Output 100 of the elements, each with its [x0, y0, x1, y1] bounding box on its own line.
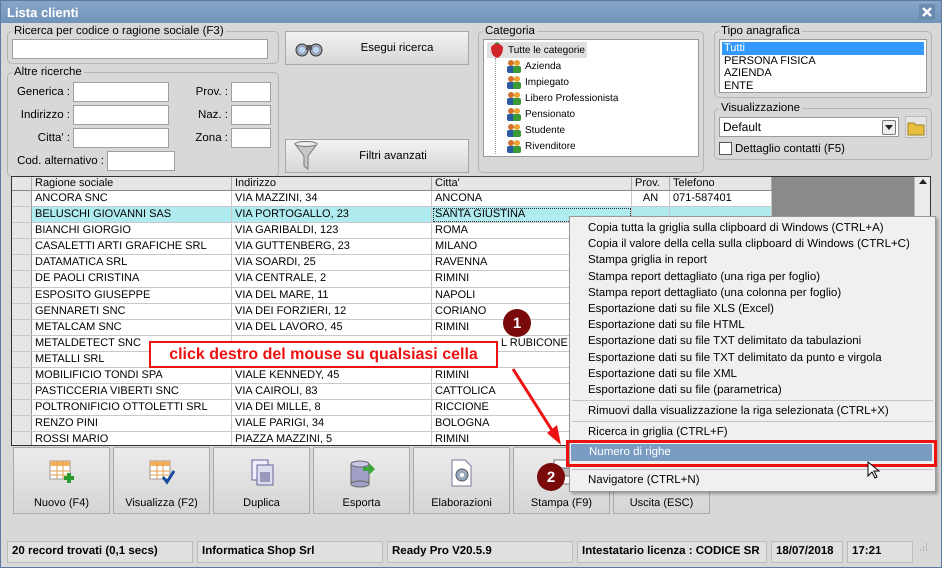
field-label: Indirizzo :: [20, 108, 70, 120]
row-header: [12, 336, 32, 352]
table-cell: DATAMATICA SRL: [32, 255, 232, 272]
menu-item[interactable]: Rimuovi dalla visualizzazione la riga selezionata (CTRL+X): [570, 403, 935, 420]
list-item[interactable]: ENTE: [722, 80, 924, 92]
row-header: [12, 320, 32, 336]
row-header: [12, 416, 32, 432]
toolbar-button[interactable]: Esporta: [313, 447, 410, 514]
row-header: [12, 271, 32, 288]
table-cell: VIA GUTTENBERG, 23: [232, 239, 432, 256]
folder-button[interactable]: [905, 116, 927, 138]
column-header[interactable]: Telefono: [670, 177, 772, 191]
row-header: [12, 255, 32, 272]
input-field[interactable]: [231, 128, 271, 148]
row-header: [12, 191, 32, 208]
grid-plus-icon: [48, 458, 76, 486]
menu-item[interactable]: Esportazione dati su file TXT delimitato da punto e virgola: [570, 350, 935, 366]
toolbar-button[interactable]: Nuovo (F4): [13, 447, 110, 514]
search-button[interactable]: Filtri avanzati: [285, 139, 469, 173]
group-label: Categoria: [484, 25, 536, 37]
field-label: Cod. alternativo :: [16, 154, 104, 166]
cursor-icon: [867, 461, 880, 479]
toolbar-button[interactable]: Visualizza (F2): [113, 447, 210, 514]
view-dropdown[interactable]: Default: [719, 117, 899, 137]
table-cell: CASALETTI ARTI GRAFICHE SRL: [32, 239, 232, 256]
input-field[interactable]: [231, 104, 271, 124]
tree-item[interactable]: Pensionato: [504, 106, 578, 122]
table-cell: POLTRONIFICIO OTTOLETTI SRL: [32, 400, 232, 416]
row-header: [12, 368, 32, 384]
input-field[interactable]: [231, 82, 271, 102]
table-cell: DE PAOLI CRISTINA: [32, 271, 232, 288]
table-cell: PASTICCERIA VIBERTI SNC: [32, 384, 232, 400]
column-header[interactable]: Citta': [432, 177, 632, 191]
row-header: [12, 239, 32, 256]
people-icon: [506, 138, 522, 154]
column-header[interactable]: Prov.: [632, 177, 670, 191]
table-cell: GENNARETI SNC: [32, 304, 232, 320]
table-cell: ESPOSITO GIUSEPPE: [32, 288, 232, 304]
people-icon: [506, 58, 522, 74]
status-text: Ready Pro V20.5.9: [387, 541, 573, 563]
tree-item[interactable]: Impiegato: [504, 74, 571, 90]
search-field[interactable]: [12, 39, 268, 59]
input-field[interactable]: [73, 82, 169, 102]
input-field[interactable]: [73, 104, 169, 124]
column-header[interactable]: Indirizzo: [232, 177, 432, 191]
input-field[interactable]: [107, 150, 175, 170]
contact-detail-checkbox[interactable]: Dettaglio contatti (F5): [719, 142, 845, 155]
database-arrow-icon: [348, 458, 376, 488]
table-cell: BELUSCHI GIOVANNI SAS: [32, 207, 232, 224]
row-header: [12, 288, 32, 304]
status-text: Informatica Shop Srl: [197, 541, 383, 563]
table-cell: RENZO PINI: [32, 416, 232, 432]
status-text: 17:21: [847, 541, 913, 563]
close-icon: [921, 6, 933, 18]
people-icon: [506, 122, 522, 138]
row-header: [12, 177, 32, 191]
row-header: [12, 207, 32, 224]
toolbar-button[interactable]: Duplica: [213, 447, 310, 514]
dropdown-icon: [885, 124, 893, 130]
people-icon: [506, 106, 522, 122]
table-cell: METALCAM SNC: [32, 320, 232, 336]
tree-item[interactable]: Azienda: [504, 58, 564, 74]
row-header: [12, 352, 32, 368]
table-cell: VIA SOARDI, 25: [232, 255, 432, 272]
column-header[interactable]: Ragione sociale: [32, 177, 232, 191]
strawberry-icon: [489, 41, 505, 59]
field-label: Prov. :: [194, 86, 228, 98]
window-title: Lista clienti: [7, 4, 79, 20]
status-text: Intestatario licenza : CODICE SR: [577, 541, 767, 563]
table-cell: VIA CAIROLI, 83: [232, 384, 432, 400]
input-field[interactable]: [73, 128, 169, 148]
list-item[interactable]: AZIENDA: [722, 67, 924, 80]
table-cell: BIANCHI GIORGIO: [32, 223, 232, 240]
group-label: Altre ricerche: [13, 66, 83, 78]
group-label: Visualizzazione: [720, 102, 802, 114]
tree-item[interactable]: Studente: [504, 122, 568, 138]
row-header: [12, 432, 32, 445]
list-item[interactable]: PERSONA FISICA: [722, 54, 924, 67]
row-header: [12, 400, 32, 416]
row-header: [12, 304, 32, 320]
tree-item[interactable]: Libero Professionista: [504, 90, 620, 106]
tree-item[interactable]: Tutte le categorie: [487, 42, 587, 58]
status-text: 18/07/2018: [771, 541, 843, 563]
field-label: Naz. :: [196, 108, 228, 120]
search-button[interactable]: Esegui ricerca: [285, 31, 469, 65]
people-icon: [506, 90, 522, 106]
toolbar-button[interactable]: Elaborazioni: [413, 447, 510, 514]
table-cell: VIA DEI MILLE, 8: [232, 400, 432, 416]
table-cell: VIALE PARIGI, 34: [232, 416, 432, 432]
close-button[interactable]: [919, 4, 935, 20]
row-header: [12, 223, 32, 240]
table-cell: VIA CENTRALE, 2: [232, 271, 432, 288]
field-label: Citta' :: [36, 132, 70, 144]
field-label: Generica :: [16, 86, 70, 98]
table-cell: VIA DEL MARE, 11: [232, 288, 432, 304]
people-icon: [506, 74, 522, 90]
table-cell: VIA DEI FORZIERI, 12: [232, 304, 432, 320]
table-cell: VIA DEL LAVORO, 45: [232, 320, 432, 336]
tree-item[interactable]: Rivenditore: [504, 138, 578, 154]
field-label: Zona :: [194, 132, 228, 144]
